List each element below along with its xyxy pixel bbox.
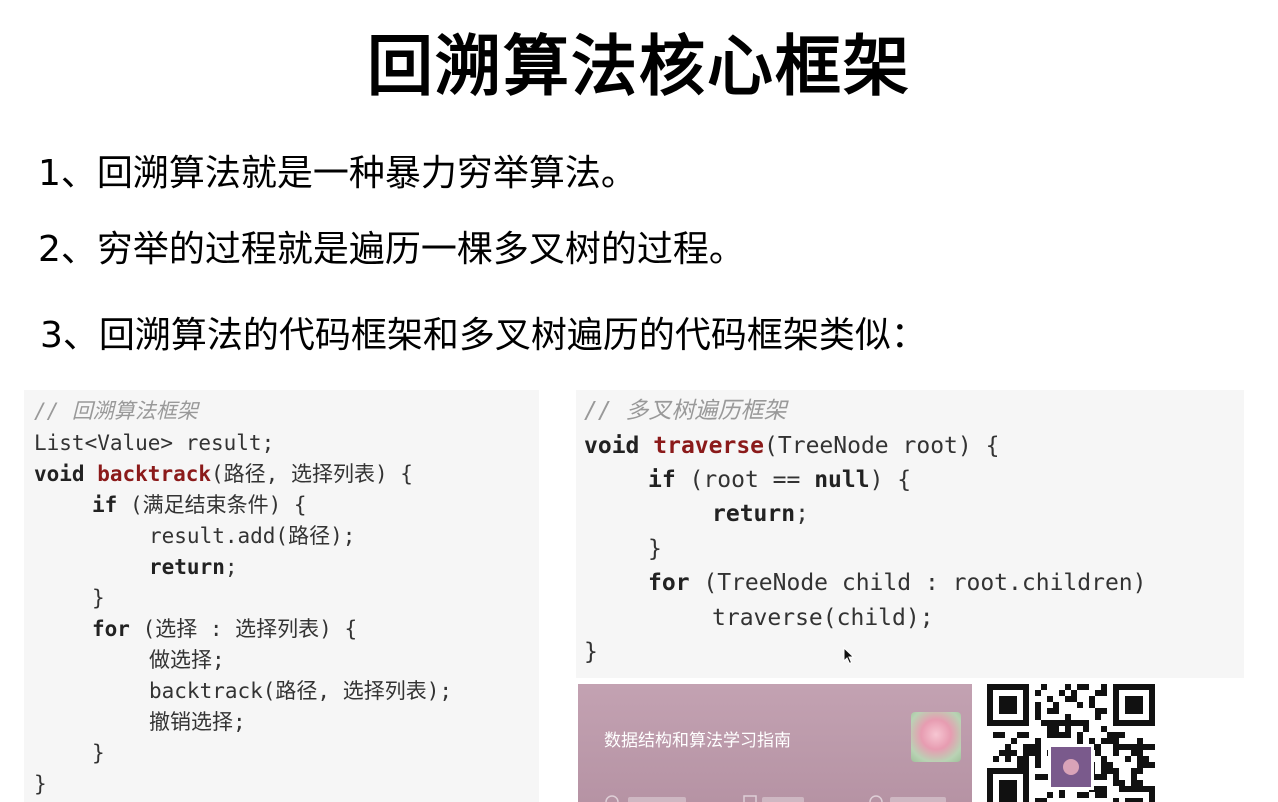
keyword: void	[34, 462, 85, 486]
code-line: }	[92, 741, 105, 765]
code-line: void backtrack(路径, 选择列表) {	[34, 459, 413, 490]
function-name: traverse	[653, 433, 765, 459]
code-line: void traverse(TreeNode root) {	[584, 429, 999, 463]
keyword: if	[92, 493, 118, 517]
code-text: (路径, 选择列表) {	[211, 462, 413, 486]
point-2: 2、穷举的过程就是遍历一棵多叉树的过程。	[38, 229, 745, 270]
code-line: if (root == null) {	[648, 463, 911, 497]
code-line: return;	[712, 497, 809, 531]
promo-card-title: 数据结构和算法学习指南	[604, 731, 791, 751]
code-line: 撤销选择;	[149, 710, 246, 734]
mouse-pointer-icon	[843, 647, 855, 665]
code-text: (选择 : 选择列表) {	[129, 617, 358, 641]
card-stats-row	[605, 795, 946, 802]
code-line: }	[648, 536, 662, 562]
code-comment: // 多叉树遍历框架	[584, 398, 787, 424]
code-text: (TreeNode root) {	[764, 433, 1000, 459]
code-text: (满足结束条件) {	[117, 493, 307, 517]
code-line: }	[92, 586, 105, 610]
keyword: for	[92, 617, 130, 641]
code-text: ;	[224, 555, 238, 579]
qr-code-icon[interactable]	[985, 682, 1157, 802]
keyword: return	[712, 501, 796, 527]
point-1: 1、回溯算法就是一种暴力穷举算法。	[38, 153, 637, 194]
code-line: for (TreeNode child : root.children)	[648, 566, 1147, 600]
keyword: if	[648, 467, 676, 493]
code-line: 做选择;	[149, 648, 225, 672]
code-line: }	[34, 772, 47, 796]
keyword: for	[648, 570, 690, 596]
point-3: 3、回溯算法的代码框架和多叉树遍历的代码框架类似：	[40, 315, 927, 356]
code-text: (TreeNode child : root.children)	[689, 570, 1147, 596]
code-line: List<Value> result;	[34, 431, 275, 455]
keyword: return	[149, 555, 225, 579]
code-line: }	[584, 639, 598, 665]
keyword: void	[584, 433, 640, 459]
code-line: backtrack(路径, 选择列表);	[149, 679, 453, 703]
flower-thumbnail	[911, 712, 961, 762]
page-title: 回溯算法核心框架	[367, 28, 911, 105]
code-line: return;	[149, 552, 238, 583]
keyword: null	[814, 467, 870, 493]
code-line: traverse(child);	[712, 605, 934, 631]
code-line: for (选择 : 选择列表) {	[92, 614, 357, 645]
promo-card[interactable]: 数据结构和算法学习指南	[578, 684, 972, 802]
function-name: backtrack	[97, 462, 212, 486]
code-line: if (满足结束条件) {	[92, 490, 307, 521]
backtrack-code-block: // 回溯算法框架 List<Value> result; void backt…	[24, 390, 539, 802]
code-text: (root ==	[675, 467, 815, 493]
code-text: ;	[795, 501, 809, 527]
traverse-code-block: // 多叉树遍历框架 void traverse(TreeNode root) …	[576, 390, 1244, 678]
code-comment: // 回溯算法框架	[34, 399, 198, 423]
code-line: result.add(路径);	[149, 524, 356, 548]
code-text: ) {	[869, 467, 912, 493]
